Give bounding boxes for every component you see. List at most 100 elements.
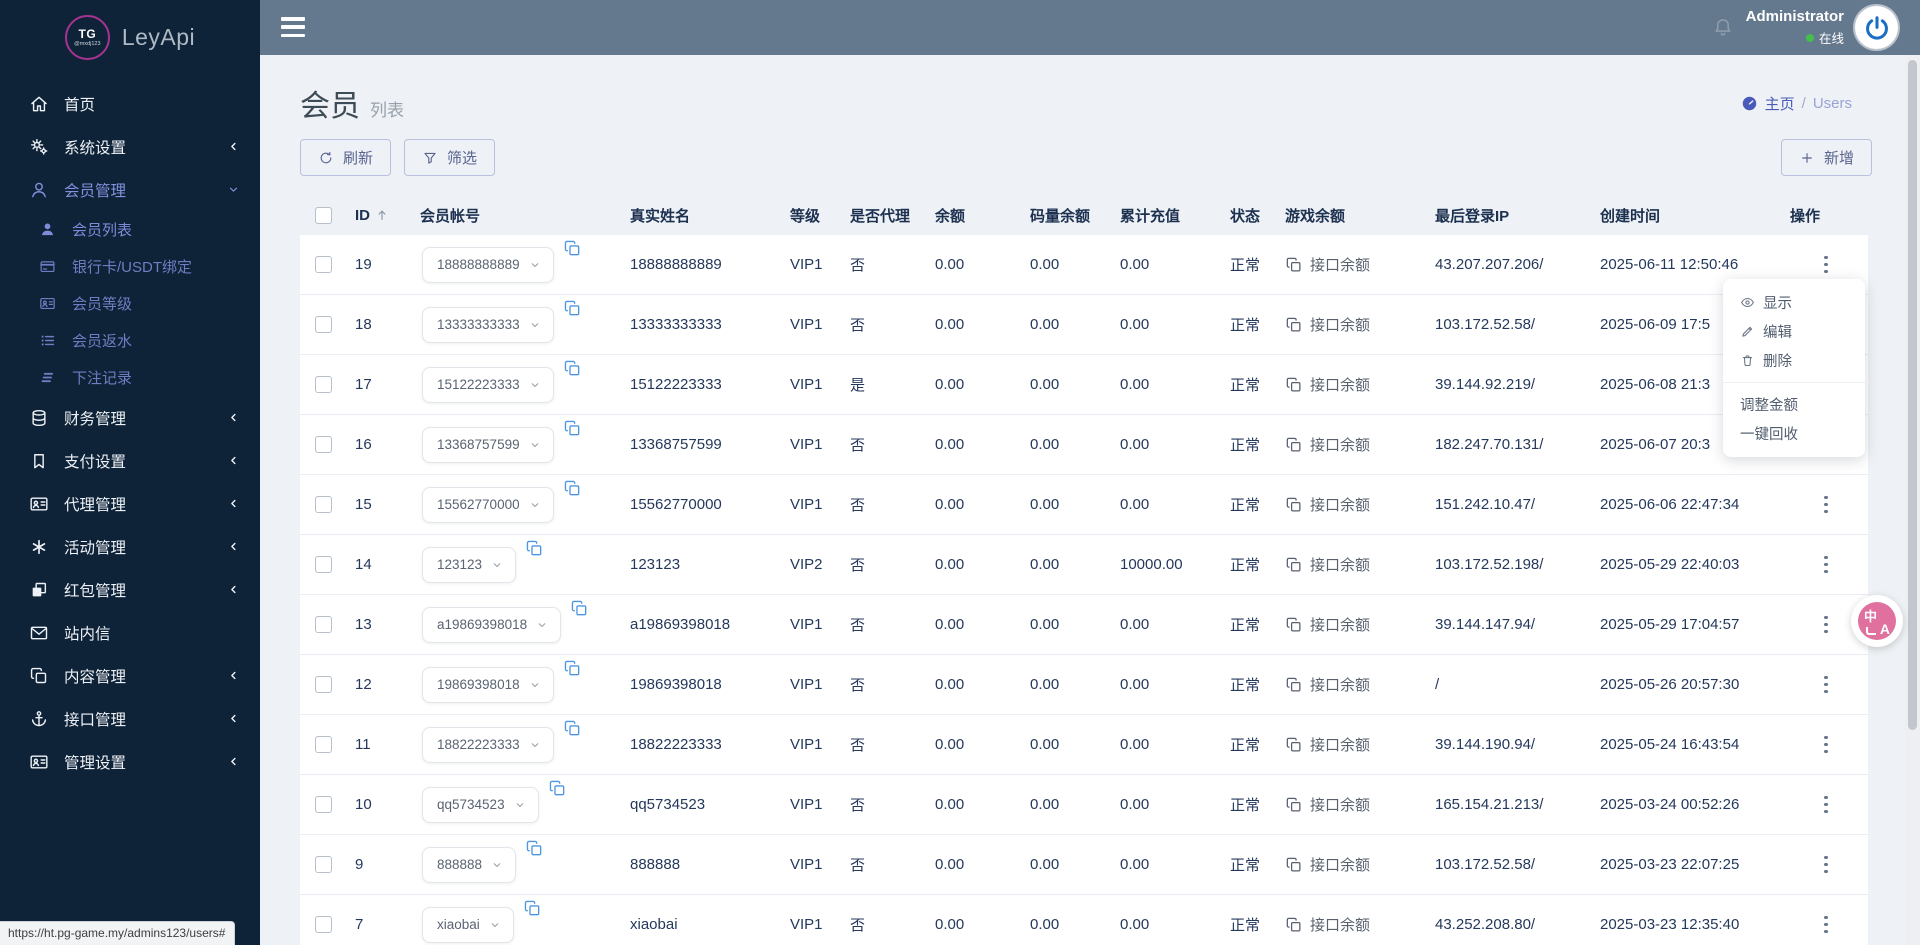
- sidebar-item-finance-management[interactable]: 财务管理: [0, 396, 260, 439]
- row-checkbox[interactable]: [315, 916, 332, 933]
- cell-created: 2025-06-06 22:47:34: [1600, 496, 1740, 513]
- copy-account-icon[interactable]: [563, 359, 582, 378]
- account-select[interactable]: 13333333333: [422, 306, 554, 343]
- sidebar-item-site-messages[interactable]: 站内信: [0, 611, 260, 654]
- row-actions-button[interactable]: [1816, 249, 1836, 280]
- sidebar-item-member-list[interactable]: 会员列表: [0, 211, 260, 248]
- game-balance-link[interactable]: 接口余额: [1285, 374, 1370, 395]
- breadcrumb-home-link[interactable]: 主页: [1765, 93, 1795, 114]
- row-actions-button[interactable]: [1816, 669, 1836, 700]
- row-checkbox[interactable]: [315, 796, 332, 813]
- sidebar-toggle-button[interactable]: [281, 17, 305, 37]
- game-balance-link[interactable]: 接口余额: [1285, 494, 1370, 515]
- sidebar-item-member-level[interactable]: 会员等级: [0, 285, 260, 322]
- sidebar-item-bet-records[interactable]: 下注记录: [0, 359, 260, 396]
- row-actions-button[interactable]: [1816, 789, 1836, 820]
- copy-account-icon[interactable]: [523, 899, 542, 918]
- row-checkbox[interactable]: [315, 436, 332, 453]
- copy-account-icon[interactable]: [563, 479, 582, 498]
- game-balance-link[interactable]: 接口余额: [1285, 554, 1370, 575]
- sidebar-item-redpacket-management[interactable]: 红包管理: [0, 568, 260, 611]
- app-logo[interactable]: TG @mxdj123 LeyApi: [0, 0, 260, 68]
- row-actions-button[interactable]: [1816, 729, 1836, 760]
- add-button[interactable]: 新增: [1780, 139, 1872, 176]
- translate-fab[interactable]: 中 A: [1851, 595, 1903, 647]
- admin-info[interactable]: Administrator 在线: [1746, 8, 1844, 47]
- row-checkbox[interactable]: [315, 256, 332, 273]
- menu-item-adjust-amount[interactable]: 调整金额: [1723, 390, 1865, 419]
- copy-account-icon[interactable]: [563, 239, 582, 258]
- row-checkbox[interactable]: [315, 316, 332, 333]
- row-checkbox[interactable]: [315, 556, 332, 573]
- sidebar-item-payment-settings[interactable]: 支付设置: [0, 439, 260, 482]
- game-balance-link[interactable]: 接口余额: [1285, 674, 1370, 695]
- menu-item-one-key-recycle[interactable]: 一键回收: [1723, 419, 1865, 448]
- refresh-button[interactable]: 刷新: [300, 139, 392, 176]
- copy-account-icon[interactable]: [525, 839, 544, 858]
- account-select[interactable]: 123123: [422, 546, 517, 583]
- sidebar-item-system-settings[interactable]: 系统设置: [0, 125, 260, 168]
- account-select[interactable]: qq5734523: [422, 786, 539, 823]
- column-header-id[interactable]: ID: [355, 207, 420, 224]
- copy-account-icon[interactable]: [563, 719, 582, 738]
- row-checkbox[interactable]: [315, 736, 332, 753]
- menu-item-show[interactable]: 显示: [1723, 288, 1865, 317]
- game-balance-link[interactable]: 接口余额: [1285, 314, 1370, 335]
- vertical-scrollbar[interactable]: [1905, 55, 1920, 945]
- row-actions-button[interactable]: [1816, 489, 1836, 520]
- copy-account-icon[interactable]: [548, 779, 567, 798]
- game-balance-link[interactable]: 接口余额: [1285, 914, 1370, 935]
- account-select[interactable]: 888888: [422, 846, 517, 883]
- menu-item-delete[interactable]: 删除: [1723, 346, 1865, 375]
- sidebar-item-home[interactable]: 首页: [0, 82, 260, 125]
- game-balance-link[interactable]: 接口余额: [1285, 254, 1370, 275]
- sidebar-item-api-management[interactable]: 接口管理: [0, 697, 260, 740]
- copy-account-icon[interactable]: [570, 599, 589, 618]
- game-balance-link[interactable]: 接口余额: [1285, 794, 1370, 815]
- breadcrumb-separator: /: [1801, 95, 1806, 112]
- row-checkbox[interactable]: [315, 676, 332, 693]
- account-select[interactable]: xiaobai: [422, 906, 514, 943]
- copy-account-icon[interactable]: [563, 419, 582, 438]
- cell-recharge: 0.00: [1120, 916, 1150, 933]
- row-actions-button[interactable]: [1816, 549, 1836, 580]
- account-select[interactable]: 19869398018: [422, 666, 554, 703]
- cell-recharge: 0.00: [1120, 796, 1150, 813]
- account-select[interactable]: 13368757599: [422, 426, 554, 463]
- account-select[interactable]: 18822223333: [422, 726, 554, 763]
- game-balance-link[interactable]: 接口余额: [1285, 614, 1370, 635]
- game-balance-link[interactable]: 接口余额: [1285, 434, 1370, 455]
- row-actions-button[interactable]: [1816, 909, 1836, 940]
- account-select[interactable]: 18888888889: [422, 246, 554, 283]
- copy-account-icon[interactable]: [525, 539, 544, 558]
- row-checkbox[interactable]: [315, 376, 332, 393]
- row-checkbox[interactable]: [315, 496, 332, 513]
- copy-account-icon[interactable]: [563, 299, 582, 318]
- notifications-bell-icon[interactable]: [1712, 16, 1734, 38]
- row-checkbox[interactable]: [315, 856, 332, 873]
- select-all-checkbox[interactable]: [315, 206, 332, 224]
- account-select[interactable]: 15122223333: [422, 366, 554, 403]
- scrollbar-thumb[interactable]: [1908, 60, 1917, 730]
- sidebar-item-content-management[interactable]: 内容管理: [0, 654, 260, 697]
- sidebar-item-member-rebate[interactable]: 会员返水: [0, 322, 260, 359]
- copy-account-icon[interactable]: [563, 659, 582, 678]
- cell-id: 14: [355, 556, 372, 573]
- logout-power-button[interactable]: [1855, 6, 1898, 49]
- row-actions-button[interactable]: [1816, 609, 1836, 640]
- sidebar-item-bank-usdt-binding[interactable]: 银行卡/USDT绑定: [0, 248, 260, 285]
- menu-item-edit[interactable]: 编辑: [1723, 317, 1865, 346]
- game-balance-link[interactable]: 接口余额: [1285, 734, 1370, 755]
- row-checkbox[interactable]: [315, 616, 332, 633]
- sidebar-item-admin-settings[interactable]: 管理设置: [0, 740, 260, 783]
- sidebar-item-agent-management[interactable]: 代理管理: [0, 482, 260, 525]
- account-select[interactable]: a19869398018: [422, 606, 562, 643]
- row-actions-button[interactable]: [1816, 849, 1836, 880]
- sidebar-item-activity-management[interactable]: 活动管理: [0, 525, 260, 568]
- cell-balance: 0.00: [935, 496, 965, 513]
- account-select[interactable]: 15562770000: [422, 486, 554, 523]
- game-balance-link[interactable]: 接口余额: [1285, 854, 1370, 875]
- filter-button[interactable]: 筛选: [404, 139, 496, 176]
- column-header-name: 真实姓名: [630, 207, 691, 225]
- sidebar-item-member-management[interactable]: 会员管理: [0, 168, 260, 211]
